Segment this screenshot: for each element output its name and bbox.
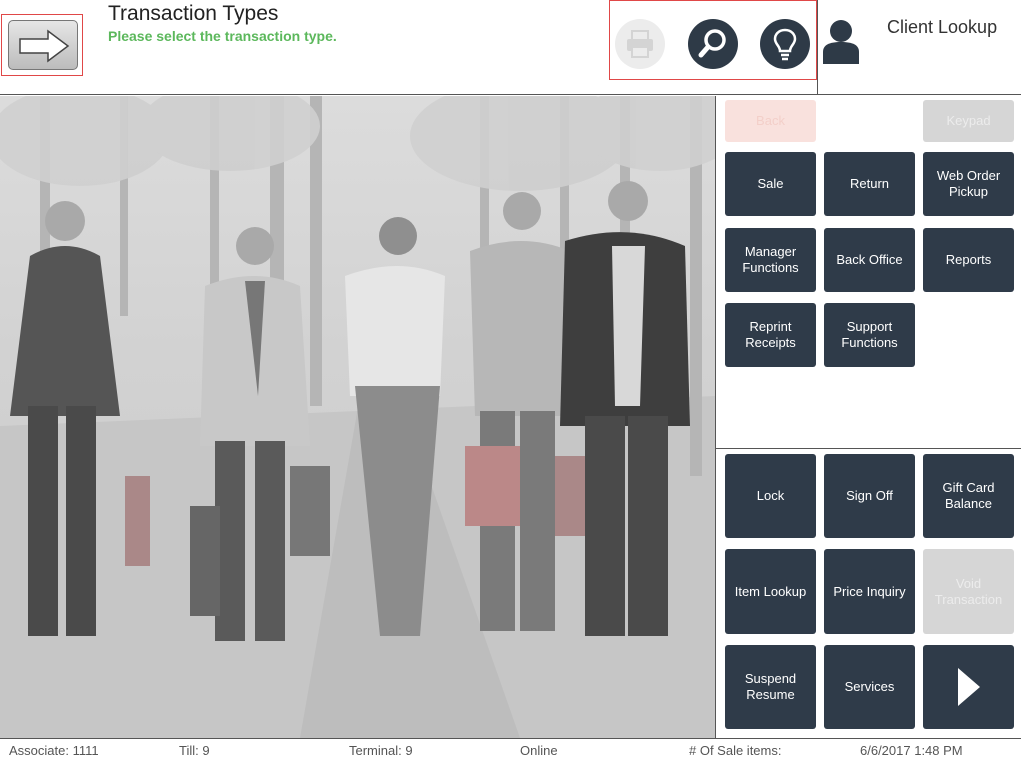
connection-status: Online [520, 743, 558, 758]
till-status: Till: 9 [179, 743, 210, 758]
play-arrow-icon [957, 668, 980, 706]
suspend-resume-button[interactable]: Suspend Resume [725, 645, 816, 729]
back-button[interactable]: Back [725, 100, 816, 142]
printer-icon [627, 30, 653, 58]
right-arrow-icon [19, 29, 70, 63]
lightbulb-icon [773, 28, 797, 61]
header: Transaction Types Please select the tran… [0, 0, 1021, 95]
void-transaction-button[interactable]: Void Transaction [923, 549, 1014, 634]
user-icon [823, 20, 859, 64]
search-icon [698, 29, 726, 58]
header-divider [817, 0, 818, 95]
item-lookup-button[interactable]: Item Lookup [725, 549, 816, 634]
shoppers-illustration [0, 96, 715, 738]
back-office-button[interactable]: Back Office [824, 228, 915, 292]
sign-off-button[interactable]: Sign Off [824, 454, 915, 538]
back-button-frame [1, 14, 83, 76]
price-inquiry-button[interactable]: Price Inquiry [824, 549, 915, 634]
page-title: Transaction Types [108, 2, 279, 25]
pos-screen: Transaction Types Please select the tran… [0, 0, 1021, 763]
reprint-receipts-button[interactable]: Reprint Receipts [725, 303, 816, 367]
sale-button[interactable]: Sale [725, 152, 816, 216]
manager-functions-button[interactable]: Manager Functions [725, 228, 816, 292]
search-button[interactable] [688, 19, 738, 69]
tool-group [609, 0, 817, 80]
reports-button[interactable]: Reports [923, 228, 1014, 292]
background-photo [0, 96, 715, 738]
back-arrow-button[interactable] [8, 20, 78, 70]
datetime-status: 6/6/2017 1:48 PM [860, 743, 963, 758]
terminal-status: Terminal: 9 [349, 743, 413, 758]
support-functions-button[interactable]: Support Functions [824, 303, 915, 367]
print-button[interactable] [615, 19, 665, 69]
return-button[interactable]: Return [824, 152, 915, 216]
status-bar: Associate: 1111 Till: 9 Terminal: 9 Onli… [0, 738, 1021, 763]
action-panel: Back Keypad Sale Return Web Order Pickup… [715, 96, 1021, 738]
page-subtitle: Please select the transaction type. [108, 28, 337, 44]
keypad-button[interactable]: Keypad [923, 100, 1014, 142]
panel-divider [716, 448, 1021, 449]
associate-status: Associate: 1111 [9, 743, 99, 758]
lock-button[interactable]: Lock [725, 454, 816, 538]
web-order-pickup-button[interactable]: Web Order Pickup [923, 152, 1014, 216]
tip-button[interactable] [760, 19, 810, 69]
services-button[interactable]: Services [824, 645, 915, 729]
gift-card-balance-button[interactable]: Gift Card Balance [923, 454, 1014, 538]
next-page-button[interactable] [923, 645, 1014, 729]
client-lookup-label[interactable]: Client Lookup [887, 17, 997, 38]
sale-items-status: # Of Sale items: [689, 743, 782, 758]
